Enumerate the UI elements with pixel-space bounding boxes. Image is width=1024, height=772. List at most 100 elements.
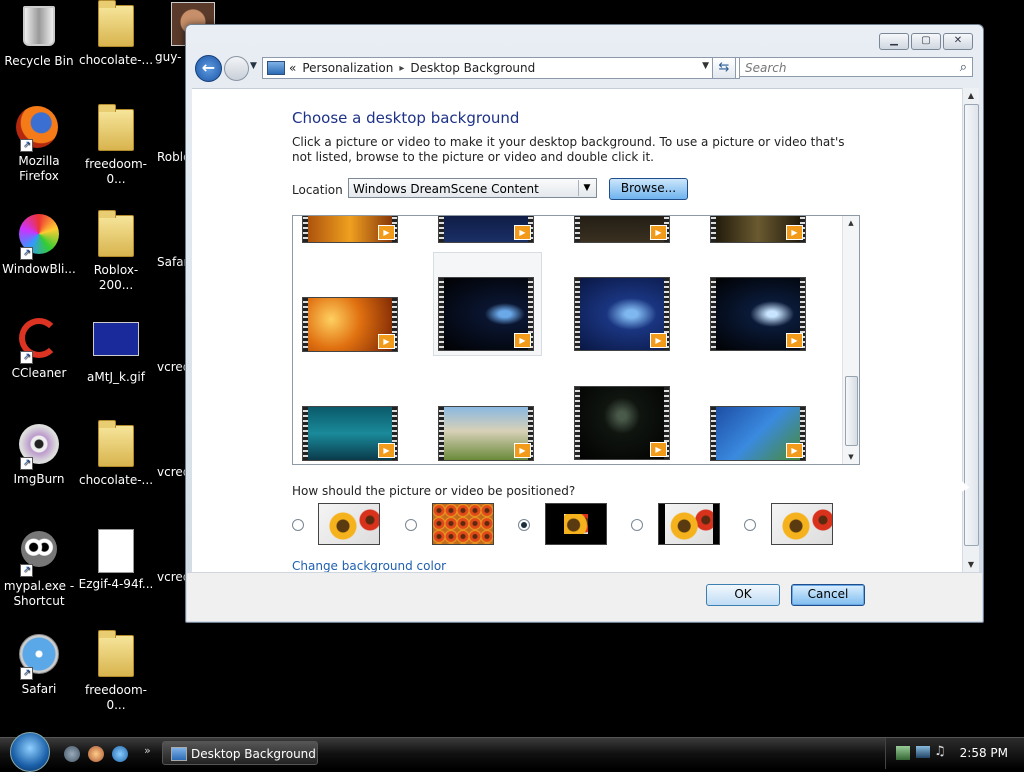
desktop-icon-recycle-bin[interactable]: Recycle Bin: [0, 2, 78, 69]
folder-icon: [93, 630, 139, 681]
scroll-up-icon[interactable]: ▲: [963, 88, 979, 104]
desktop-icon-ezgif[interactable]: Ezgif-4-94f...: [77, 527, 155, 592]
location-select[interactable]: Windows DreamScene Content ▼: [348, 178, 597, 198]
breadcrumb-separator-icon[interactable]: ▸: [399, 63, 404, 74]
volume-icon[interactable]: ♫: [934, 744, 946, 759]
taskbar-button-desktop-background[interactable]: Desktop Background: [162, 741, 318, 765]
thumbnail-planet-partial[interactable]: ▶: [438, 216, 534, 243]
shortcut-arrow-icon: ↗: [20, 351, 33, 364]
change-background-color-link[interactable]: Change background color: [292, 559, 446, 573]
desktop-icon-folder[interactable]: Roblox-200...: [77, 210, 155, 293]
cancel-button[interactable]: Cancel: [791, 584, 865, 606]
play-icon: ▶: [650, 225, 667, 240]
ok-button[interactable]: OK: [706, 584, 780, 606]
thumbnail-underwater-reef[interactable]: ▶: [710, 406, 806, 461]
desktop-icon-label: chocolate-...: [78, 53, 154, 67]
start-button[interactable]: [10, 732, 50, 772]
forward-button[interactable]: [224, 56, 249, 81]
desktop-icon-label: mypal.exe - Shortcut: [3, 579, 75, 608]
page-title: Choose a desktop background: [292, 109, 520, 127]
desktop-icon-folder[interactable]: chocolate-...: [77, 420, 155, 488]
scrollbar-thumb[interactable]: [845, 376, 858, 446]
breadcrumb-desktop-background[interactable]: Desktop Background: [410, 61, 535, 75]
show-desktop-icon[interactable]: [64, 746, 80, 762]
desktop-icon-folder[interactable]: chocolate-...: [77, 0, 155, 68]
desktop-icon-safari[interactable]: ↗ Safari: [0, 632, 78, 697]
address-dropdown-icon[interactable]: ▼: [702, 61, 709, 71]
desktop-icon-folder[interactable]: freedoom-0...: [77, 104, 155, 187]
play-icon: ▶: [650, 333, 667, 348]
ccleaner-icon: ↗: [16, 318, 62, 364]
thumbnail-fire[interactable]: ▶: [302, 297, 398, 352]
chevron-down-icon[interactable]: ▼: [578, 180, 595, 196]
thumbnail-dark-scene-partial[interactable]: ▶: [574, 216, 670, 243]
position-radio-center[interactable]: [518, 519, 530, 531]
desktop-icon-label: Ezgif-4-94f...: [78, 577, 154, 591]
dialog-footer: OK Cancel: [187, 572, 982, 621]
switch-windows-icon[interactable]: [88, 746, 104, 762]
desktop-icon-label: Mozilla Firefox: [18, 154, 60, 183]
search-input[interactable]: Search ⌕: [739, 57, 973, 77]
breadcrumb-overflow[interactable]: «: [289, 61, 296, 75]
folder-icon: [93, 0, 139, 51]
clock[interactable]: 2:58 PM: [960, 746, 1008, 760]
thumbnail-water[interactable]: ▶: [302, 406, 398, 461]
location-value: Windows DreamScene Content: [353, 182, 539, 196]
thumbnail-windows-ribbon-blue[interactable]: ▶: [574, 277, 670, 351]
position-fill-preview[interactable]: [771, 503, 833, 545]
position-center-preview[interactable]: [545, 503, 607, 545]
network-icon[interactable]: [896, 746, 910, 760]
folder-icon: [93, 210, 139, 261]
desktop-icon-imgburn[interactable]: ↗ ImgBurn: [0, 422, 78, 487]
desktop-icon-label: guy-: [155, 50, 182, 64]
position-tile-preview[interactable]: [432, 503, 494, 545]
search-icon[interactable]: ⌕: [960, 58, 967, 78]
back-button[interactable]: ←: [195, 55, 222, 82]
refresh-button[interactable]: ⇆: [712, 57, 736, 79]
scroll-up-icon[interactable]: ▲: [843, 216, 859, 230]
caption-buttons: ▁ ▢ ✕: [879, 33, 973, 50]
desktop-icon-mypal[interactable]: ↗ mypal.exe - Shortcut: [0, 527, 78, 609]
scrollbar-thumb[interactable]: [964, 104, 979, 546]
position-stretch-preview[interactable]: [318, 503, 380, 545]
desktop-icon-firefox[interactable]: ↗ Mozilla Firefox: [0, 106, 78, 184]
position-fit-preview[interactable]: [658, 503, 720, 545]
desktop-icon-ccleaner[interactable]: ↗ CCleaner: [0, 316, 78, 381]
internet-explorer-icon[interactable]: [112, 746, 128, 762]
desktop-icon-gif[interactable]: aMtJ_k.gif: [77, 316, 155, 385]
breadcrumb-personalization[interactable]: Personalization: [302, 61, 393, 75]
shortcut-arrow-icon: ↗: [20, 667, 33, 680]
shortcut-arrow-icon: ↗: [20, 564, 33, 577]
quick-launch-overflow-icon[interactable]: »: [144, 744, 151, 757]
navigation-bar: ← ▼ « Personalization ▸ Desktop Backgrou…: [192, 55, 977, 82]
minimize-button[interactable]: ▁: [879, 33, 909, 50]
scroll-down-icon[interactable]: ▼: [843, 450, 859, 464]
thumbnail-windows-ribbon[interactable]: ▶: [438, 277, 534, 351]
position-radio-fill[interactable]: [744, 519, 756, 531]
desktop-icon-folder[interactable]: freedoom-0...: [77, 630, 155, 713]
desktop-icon-label: WindowBli...: [2, 262, 76, 276]
position-radio-fit[interactable]: [631, 519, 643, 531]
gallery-scrollbar[interactable]: ▲ ▼: [842, 216, 859, 464]
scroll-down-icon[interactable]: ▼: [963, 557, 979, 573]
position-radio-stretch[interactable]: [292, 519, 304, 531]
thumbnail-waterfall[interactable]: ▶: [438, 406, 534, 461]
thumbnail-windows-vista-logo[interactable]: ▶: [574, 386, 670, 460]
folder-icon: [93, 420, 139, 471]
close-button[interactable]: ✕: [943, 33, 973, 50]
raccoon-icon: ↗: [16, 531, 62, 577]
desktop-icon-windowblinds[interactable]: ↗ WindowBli...: [0, 212, 78, 277]
monitor-icon[interactable]: [916, 746, 930, 758]
window-scrollbar[interactable]: ▲ ▼: [962, 88, 979, 573]
position-radio-tile[interactable]: [405, 519, 417, 531]
play-icon: ▶: [514, 225, 531, 240]
desktop-icon-label: aMtJ_k.gif: [87, 370, 145, 384]
thumbnail-fire-partial[interactable]: ▶: [302, 216, 398, 243]
thumbnail-tunnel-partial[interactable]: ▶: [710, 216, 806, 243]
maximize-button[interactable]: ▢: [911, 33, 941, 50]
desktop-icon-label: chocolate-...: [78, 473, 154, 487]
address-bar[interactable]: « Personalization ▸ Desktop Background ▼: [262, 57, 740, 79]
browse-button[interactable]: Browse...: [609, 178, 688, 200]
thumbnail-windows-ribbon-dark[interactable]: ▶: [710, 277, 806, 351]
recent-pages-dropdown[interactable]: ▼: [250, 61, 257, 71]
